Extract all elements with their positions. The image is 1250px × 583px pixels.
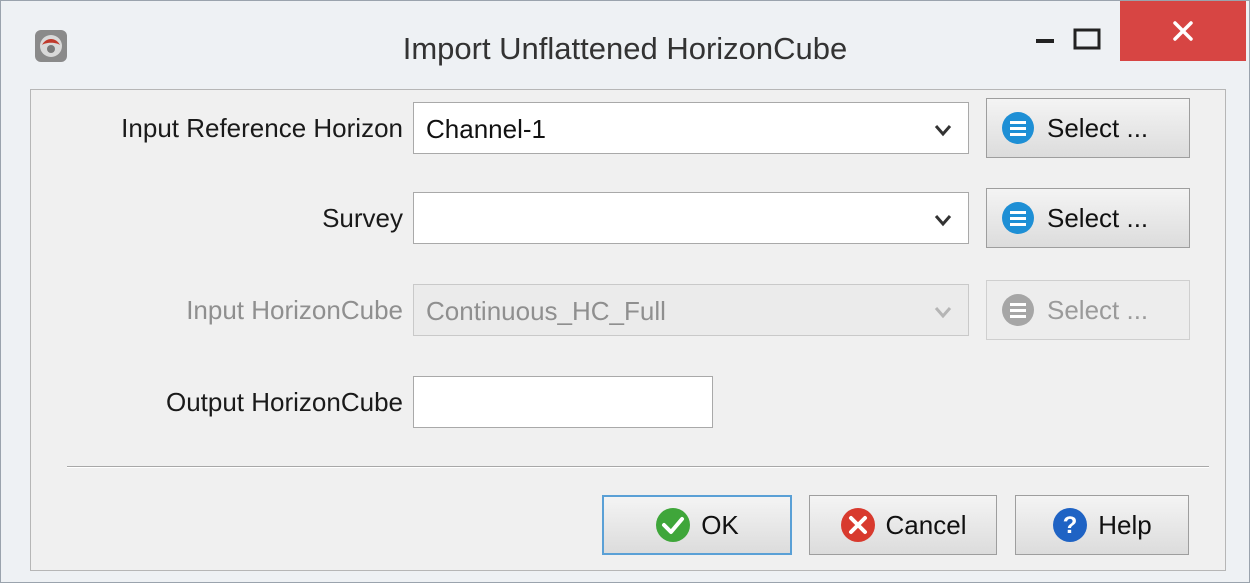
cancel-label: Cancel [885, 509, 967, 540]
checkmark-icon [656, 508, 691, 542]
close-button[interactable] [1120, 1, 1246, 61]
select-label: Select ... [1047, 112, 1149, 143]
ok-button[interactable]: OK [602, 495, 792, 555]
title-bar: Import Unflattened HorizonCube [1, 1, 1249, 89]
divider [67, 466, 1209, 468]
list-icon [1002, 294, 1034, 326]
output-horizoncube-input[interactable] [413, 376, 713, 428]
reference-horizon-label: Input Reference Horizon [121, 113, 403, 143]
list-icon [1002, 202, 1034, 234]
chevron-down-icon [934, 125, 952, 137]
input-horizoncube-combo: Continuous_HC_Full [413, 284, 969, 336]
cancel-button[interactable]: Cancel [809, 495, 997, 555]
input-horizoncube-label: Input HorizonCube [186, 295, 403, 325]
list-icon [1002, 112, 1034, 144]
input-horizoncube-select-button: Select ... [986, 280, 1190, 340]
help-label: Help [1098, 509, 1152, 540]
reference-horizon-select-button[interactable]: Select ... [986, 98, 1190, 158]
close-icon [1173, 21, 1193, 41]
dialog-window: Import Unflattened HorizonCube Input Ref… [0, 0, 1250, 583]
input-horizoncube-value: Continuous_HC_Full [426, 296, 666, 326]
survey-label: Survey [322, 203, 403, 233]
select-label: Select ... [1047, 294, 1149, 325]
svg-text:?: ? [1063, 512, 1078, 539]
ok-label: OK [701, 509, 739, 540]
chevron-down-icon [934, 307, 952, 319]
help-button[interactable]: ? Help [1015, 495, 1189, 555]
select-label: Select ... [1047, 202, 1149, 233]
reference-horizon-value: Channel-1 [426, 114, 546, 144]
cancel-icon [840, 508, 875, 542]
chevron-down-icon [934, 215, 952, 227]
survey-combo[interactable] [413, 192, 969, 244]
window-title: Import Unflattened HorizonCube [402, 31, 848, 66]
dialog-body: Input Reference Horizon Channel-1 Select… [30, 89, 1226, 571]
maximize-icon[interactable] [1071, 27, 1103, 51]
minimize-icon[interactable] [1034, 27, 1056, 49]
reference-horizon-combo[interactable]: Channel-1 [413, 102, 969, 154]
survey-select-button[interactable]: Select ... [986, 188, 1190, 248]
help-icon: ? [1053, 508, 1088, 542]
output-horizoncube-label: Output HorizonCube [165, 387, 403, 417]
